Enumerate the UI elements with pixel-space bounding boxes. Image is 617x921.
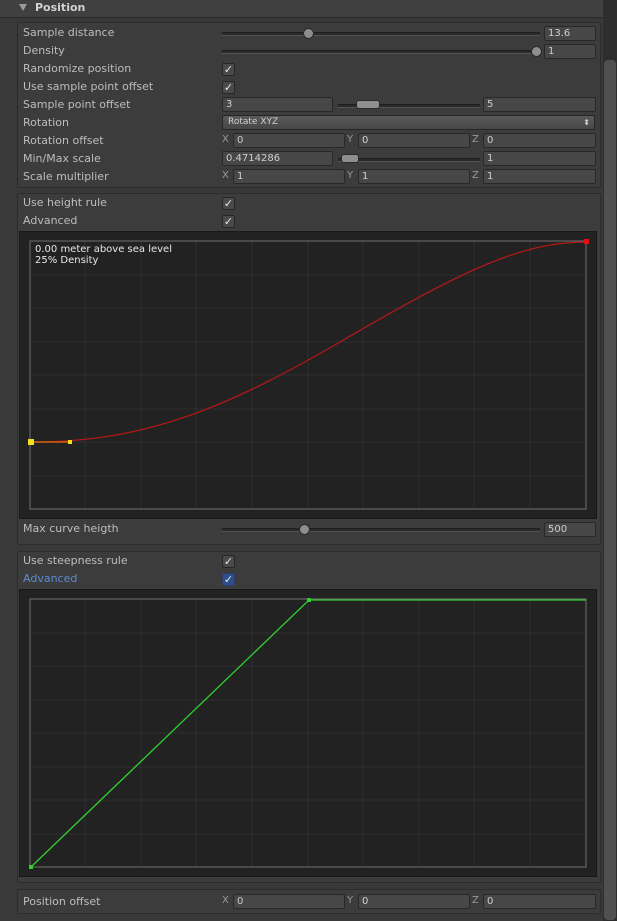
scale-multiplier-x-label: X [222,170,229,181]
height-advanced-checkbox[interactable]: ✓ [222,215,235,228]
steepness-curve-editor[interactable] [19,589,597,877]
min-scale-field[interactable]: 0.4714286 [222,151,333,166]
sample-distance-label: Sample distance [23,26,115,39]
rotation-offset-z-field[interactable]: 0 [483,133,596,148]
rotation-offset-x-field[interactable]: 0 [233,133,345,148]
randomize-position-label: Randomize position [23,62,132,75]
rotation-offset-y-field[interactable]: 0 [358,133,470,148]
inspector-panel: Position Sample distance 13.6 Density 1 … [0,0,603,921]
steepness-advanced-label: Advanced [23,572,78,585]
position-offset-x-field[interactable]: 0 [233,894,345,909]
density-slider-track[interactable] [222,50,540,54]
steepness-curve-key-start[interactable] [29,865,33,869]
foldout-triangle-icon[interactable] [19,4,27,11]
density-label: Density [23,44,65,57]
position-offset-y-label: Y [347,895,354,906]
height-readout-line-2: 25% Density [35,255,99,266]
steepness-advanced-checkbox[interactable]: ✓ [222,573,235,586]
use-steepness-rule-checkbox[interactable]: ✓ [222,555,235,568]
height-curve-tangent-handle[interactable] [68,440,72,444]
scale-multiplier-y-label: Y [347,170,354,181]
sample-point-offset-min-field[interactable]: 3 [222,97,333,112]
max-curve-height-field[interactable]: 500 [544,522,596,537]
scrollbar-thumb[interactable] [604,60,616,920]
max-curve-height-label: Max curve heigth [23,522,119,535]
position-offset-y-field[interactable]: 0 [358,894,470,909]
steepness-curve-svg [29,598,587,869]
dropdown-arrows-icon: ⬍ [583,118,590,127]
vertical-scrollbar[interactable] [603,0,617,921]
sample-point-offset-label: Sample point offset [23,98,131,111]
position-offset-z-label: Z [472,895,479,906]
rotation-dropdown[interactable]: Rotate XYZ ⬍ [222,115,595,130]
scale-multiplier-z-label: Z [472,170,479,181]
height-curve-key-start[interactable] [28,439,34,445]
height-curve-editor[interactable]: 0.00 meter above sea level 25% Density [19,231,597,519]
density-slider-knob[interactable] [531,46,542,57]
steepness-curve-key-peak[interactable] [307,598,311,602]
min-max-scale-range-handle[interactable] [341,154,359,163]
rotation-dropdown-value: Rotate XYZ [228,117,279,127]
height-advanced-label: Advanced [23,214,78,227]
use-height-rule-checkbox[interactable]: ✓ [222,197,235,210]
max-scale-field[interactable]: 1 [483,151,596,166]
rotation-offset-x-label: X [222,134,229,145]
sample-distance-slider-knob[interactable] [303,28,314,39]
position-section-header[interactable]: Position [0,0,603,18]
height-curve-key-end[interactable] [584,239,589,244]
density-field[interactable]: 1 [544,44,596,59]
sample-distance-field[interactable]: 13.6 [544,26,596,41]
height-readout-line-1: 0.00 meter above sea level [35,244,172,255]
sample-distance-slider-track[interactable] [222,32,540,36]
rotation-offset-y-label: Y [347,134,354,145]
use-sample-point-offset-label: Use sample point offset [23,80,154,93]
position-offset-x-label: X [222,895,229,906]
position-offset-label: Position offset [23,895,101,908]
randomize-position-checkbox[interactable]: ✓ [222,63,235,76]
use-steepness-rule-label: Use steepness rule [23,554,128,567]
sample-point-offset-max-field[interactable]: 5 [483,97,596,112]
height-curve-readout: 0.00 meter above sea level 25% Density [35,244,172,266]
scale-multiplier-y-field[interactable]: 1 [358,169,470,184]
scale-multiplier-x-field[interactable]: 1 [233,169,345,184]
steepness-curve-grid [29,598,587,868]
use-height-rule-label: Use height rule [23,196,107,209]
scale-multiplier-z-field[interactable]: 1 [483,169,596,184]
max-curve-height-slider-track[interactable] [222,528,540,532]
min-max-scale-slider-track[interactable] [338,158,480,162]
position-offset-z-field[interactable]: 0 [483,894,596,909]
use-sample-point-offset-checkbox[interactable]: ✓ [222,81,235,94]
min-max-scale-label: Min/Max scale [23,152,101,165]
max-curve-height-slider-knob[interactable] [299,524,310,535]
height-curve-svg [28,239,589,510]
rotation-offset-label: Rotation offset [23,134,104,147]
rotation-label: Rotation [23,116,70,129]
sample-point-offset-range-handle[interactable] [356,100,380,109]
section-title: Position [35,1,86,14]
rotation-offset-z-label: Z [472,134,479,145]
scale-multiplier-label: Scale multiplier [23,170,109,183]
height-curve-grid [29,240,587,510]
